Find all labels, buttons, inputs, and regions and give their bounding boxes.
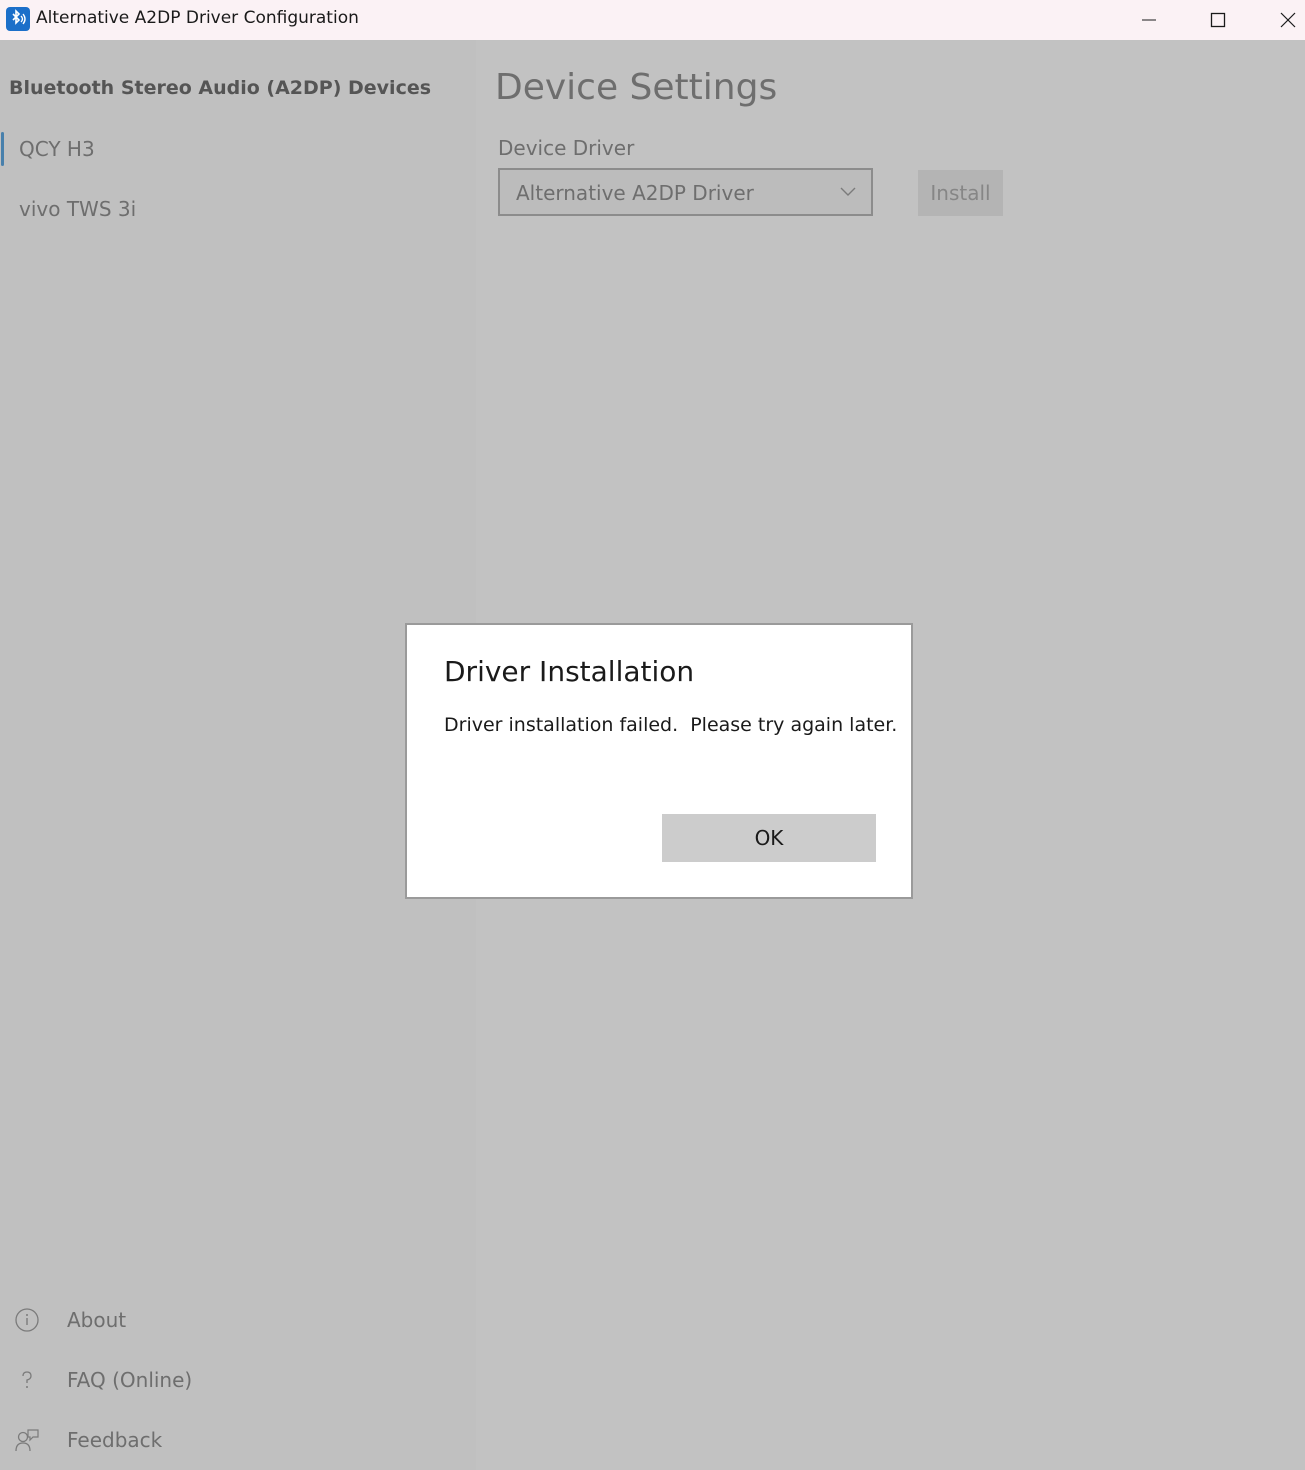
dialog-title: Driver Installation	[444, 655, 695, 688]
window-title: Alternative A2DP Driver Configuration	[36, 8, 359, 28]
close-icon	[1280, 12, 1296, 28]
close-button[interactable]	[1253, 0, 1305, 40]
minimize-icon	[1142, 19, 1156, 21]
dialog-message: Driver installation failed. Please try a…	[444, 714, 898, 736]
minimize-button[interactable]	[1114, 0, 1184, 40]
title-bar: Alternative A2DP Driver Configuration	[0, 0, 1305, 40]
maximize-button[interactable]	[1183, 0, 1253, 40]
bluetooth-audio-icon	[6, 7, 30, 31]
maximize-icon	[1210, 12, 1226, 28]
driver-installation-dialog: Driver Installation Driver installation …	[405, 623, 913, 899]
ok-button[interactable]: OK	[662, 814, 876, 862]
